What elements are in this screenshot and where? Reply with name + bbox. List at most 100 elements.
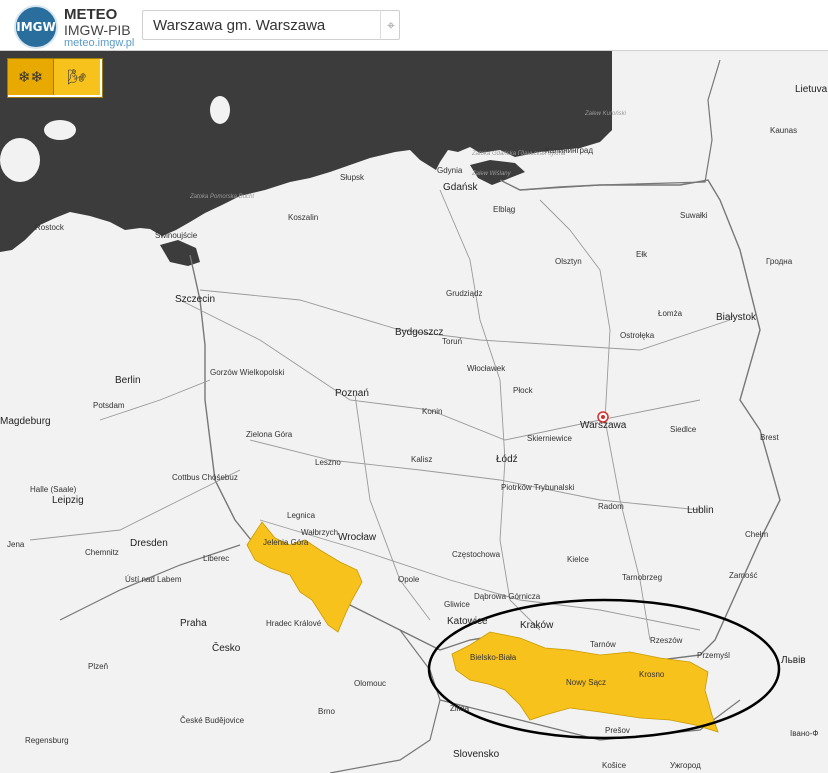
city-label: Szczecin <box>175 294 215 305</box>
city-label: Płock <box>513 386 534 395</box>
city-label: Gdańsk <box>443 182 478 193</box>
city-label: Łódź <box>496 454 518 465</box>
city-label: Magdeburg <box>0 416 51 427</box>
city-label: Piotrków Trybunalski <box>501 483 575 492</box>
city-label: Gliwice <box>444 600 470 609</box>
city-label: Włocławek <box>467 364 506 373</box>
city-label: Elbląg <box>493 205 515 214</box>
city-label: Chełm <box>745 530 768 539</box>
city-label: Dresden <box>130 538 168 549</box>
city-label: Slovensko <box>453 749 500 760</box>
island <box>210 96 230 124</box>
city-label: Łomża <box>658 309 683 318</box>
location-search-input[interactable] <box>142 10 400 40</box>
city-label: Świnoujście <box>155 231 198 240</box>
sea-label: Zatoka Pomorska Bucht <box>189 194 254 200</box>
city-label: Poznań <box>335 388 369 399</box>
city-label: Opole <box>398 575 420 584</box>
city-label: Rzeszów <box>650 636 683 645</box>
city-label: Lublin <box>687 505 714 516</box>
city-label: Legnica <box>287 511 316 520</box>
city-label: Івано-Ф <box>790 729 818 738</box>
city-label: Kielce <box>567 555 589 564</box>
island <box>44 120 76 140</box>
brand-url[interactable]: meteo.imgw.pl <box>64 37 134 49</box>
city-label: Žilina <box>450 704 470 713</box>
snowflakes-icon: ❄❄ <box>17 69 44 86</box>
weather-warning-map[interactable]: Zatoka Pomorska Bucht Zatoka Gdańska Гда… <box>0 0 828 773</box>
city-label: Cottbus Chóśebuz <box>172 473 238 482</box>
city-label: České Budějovice <box>180 716 245 725</box>
city-label: Ostrołęka <box>620 331 655 340</box>
city-label: Radom <box>598 502 624 511</box>
geolocate-icon[interactable]: ⌖ <box>380 10 401 40</box>
city-label: Bielsko-Biała <box>470 653 517 662</box>
city-label: Krosno <box>639 670 665 679</box>
city-label: Kraków <box>520 620 554 631</box>
city-label: Toruń <box>442 337 462 346</box>
city-label: Regensburg <box>25 736 69 745</box>
city-label: Olsztyn <box>555 257 582 266</box>
city-label: Wrocław <box>338 532 377 543</box>
city-label: Praha <box>180 618 207 629</box>
city-label: Grudziądz <box>446 289 482 298</box>
city-label: Chemnitz <box>85 548 119 557</box>
island <box>0 138 40 182</box>
city-label: Olomouc <box>354 679 386 688</box>
city-label: Halle (Saale) <box>30 485 77 494</box>
windsock-icon: 🌬 <box>67 69 87 86</box>
city-label: Калининград <box>545 146 593 155</box>
city-label: Skierniewice <box>527 434 572 443</box>
city-label: Tarnobrzeg <box>622 573 662 582</box>
city-label: Brno <box>318 707 335 716</box>
sea-label: Zalew Wiślany <box>471 171 512 177</box>
city-label: Bydgoszcz <box>395 327 443 338</box>
city-label: Potsdam <box>93 401 125 410</box>
city-label: Zamość <box>729 571 757 580</box>
city-label: Koszalin <box>288 213 318 222</box>
wind-warning-button[interactable]: 🌬 <box>54 59 100 95</box>
city-label: Košice <box>602 761 627 770</box>
imgw-logo-icon[interactable]: IMGW <box>14 5 58 49</box>
city-label: Kaunas <box>770 126 797 135</box>
city-label: Tarnów <box>590 640 616 649</box>
city-label: Katowice <box>447 616 488 627</box>
city-label: Leszno <box>315 458 341 467</box>
city-label: Prešov <box>605 726 630 735</box>
city-label: Nowy Sącz <box>566 678 606 687</box>
city-label: Liberec <box>203 554 229 563</box>
top-bar: IMGW METEO IMGW-PIB meteo.imgw.pl ⌖ <box>0 0 828 51</box>
city-label: Przemyśl <box>697 651 730 660</box>
city-label: Hradec Králové <box>266 619 322 628</box>
city-label: Plzeň <box>88 662 108 671</box>
city-label: Siedlce <box>670 425 697 434</box>
city-label: Dąbrowa Górnicza <box>474 592 541 601</box>
city-label: Jena <box>7 540 25 549</box>
city-label: Warszawa <box>580 420 627 431</box>
city-label: Gdynia <box>437 166 463 175</box>
brand-subtitle: IMGW-PIB <box>64 22 131 38</box>
city-label: Гродна <box>766 257 793 266</box>
city-label: Częstochowa <box>452 550 501 559</box>
city-label: Ústí nad Labem <box>125 575 182 584</box>
city-label: Wałbrzych <box>301 528 338 537</box>
brand-title: METEO <box>64 6 118 23</box>
city-label: Jelenia Góra <box>263 538 309 547</box>
city-label: Lietuva <box>795 84 828 95</box>
city-label: Brest <box>760 433 779 442</box>
city-label: Kalisz <box>411 455 432 464</box>
city-label: Ełk <box>636 250 648 259</box>
city-label: Ужгород <box>670 761 701 770</box>
city-label: Львів <box>781 655 806 666</box>
frost-warning-button[interactable]: ❄❄ <box>8 59 54 95</box>
sea-label: Zalew Kuroński <box>584 111 627 117</box>
city-label: Suwałki <box>680 211 708 220</box>
logo-text: IMGW <box>16 20 56 34</box>
warning-type-toolbar: ❄❄ 🌬 <box>7 58 103 98</box>
city-label: Zielona Góra <box>246 430 293 439</box>
city-label: Rostock <box>35 223 65 232</box>
city-label: Berlin <box>115 375 141 386</box>
city-label: Konin <box>422 407 442 416</box>
city-label: Białystok <box>716 312 757 323</box>
city-label: Česko <box>212 641 241 654</box>
